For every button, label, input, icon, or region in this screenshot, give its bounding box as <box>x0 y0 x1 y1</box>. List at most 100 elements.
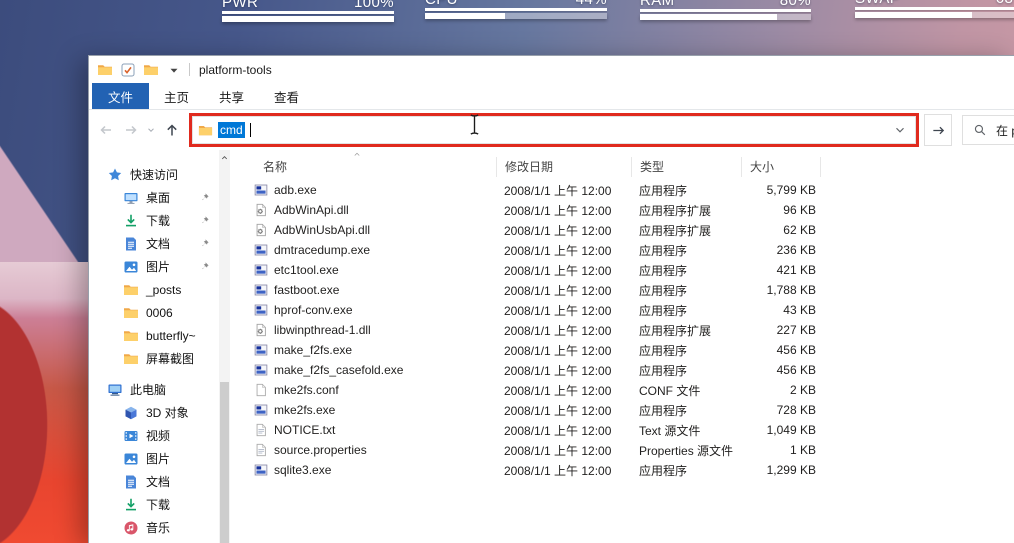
go-button[interactable] <box>924 114 952 146</box>
sidebar-item[interactable]: 图片 <box>89 255 219 278</box>
scrollbar-thumb[interactable] <box>220 382 229 543</box>
file-row[interactable]: source.properties 2008/1/1 上午 12:00 Prop… <box>241 440 1014 460</box>
sort-ascending-icon <box>352 150 362 158</box>
sidebar-item[interactable]: 桌面 <box>89 539 219 543</box>
file-size: 96 KB <box>741 203 821 217</box>
sidebar-item-label: 桌面 <box>146 189 170 206</box>
file-row[interactable]: mke2fs.conf 2008/1/1 上午 12:00 CONF 文件 2 … <box>241 380 1014 400</box>
file-row[interactable]: AdbWinUsbApi.dll 2008/1/1 上午 12:00 应用程序扩… <box>241 220 1014 240</box>
sidebar-item-label: 文档 <box>146 473 170 490</box>
dll-icon <box>254 223 268 237</box>
file-size: 1,049 KB <box>741 423 821 437</box>
sidebar-item[interactable]: 3D 对象 <box>89 401 219 424</box>
quick-access-star-icon <box>107 167 123 183</box>
up-arrow-icon[interactable] <box>164 122 180 138</box>
chevron-down-icon[interactable] <box>893 123 907 137</box>
file-name: source.properties <box>274 443 367 457</box>
sidebar-item[interactable]: butterfly~ <box>89 324 219 347</box>
back-arrow-icon[interactable] <box>98 122 114 138</box>
file-date: 2008/1/1 上午 12:00 <box>496 182 631 199</box>
file-type: CONF 文件 <box>631 382 741 399</box>
file-size: 456 KB <box>741 363 821 377</box>
sidebar-item[interactable]: 音乐 <box>89 516 219 539</box>
file-date: 2008/1/1 上午 12:00 <box>496 342 631 359</box>
file-type: 应用程序 <box>631 402 741 419</box>
exe-icon <box>254 243 268 257</box>
gauge-label: CPU <box>425 0 458 8</box>
sidebar-item[interactable]: 此电脑 <box>89 378 219 401</box>
file-size: 2 KB <box>741 383 821 397</box>
file-row[interactable]: sqlite3.exe 2008/1/1 上午 12:00 应用程序 1,299… <box>241 460 1014 480</box>
file-row[interactable]: NOTICE.txt 2008/1/1 上午 12:00 Text 源文件 1,… <box>241 420 1014 440</box>
file-name: etc1tool.exe <box>274 263 339 277</box>
folder-icon[interactable] <box>97 62 113 78</box>
address-bar[interactable]: cmd <box>192 116 916 144</box>
gauge-track <box>640 14 811 20</box>
column-header-type[interactable]: 类型 <box>631 157 741 177</box>
gauge-value: 68% <box>996 0 1014 7</box>
file-row[interactable]: adb.exe 2008/1/1 上午 12:00 应用程序 5,799 KB <box>241 180 1014 200</box>
file-row[interactable]: dmtracedump.exe 2008/1/1 上午 12:00 应用程序 2… <box>241 240 1014 260</box>
pictures-icon <box>123 259 139 275</box>
file-type: Text 源文件 <box>631 422 741 439</box>
file-list: 名称 修改日期 类型 大小 adb.exe 2008/1/1 上午 12:00 … <box>230 150 1014 543</box>
sidebar-item-label: 视频 <box>146 427 170 444</box>
file-row[interactable]: hprof-conv.exe 2008/1/1 上午 12:00 应用程序 43… <box>241 300 1014 320</box>
file-type: 应用程序扩展 <box>631 322 741 339</box>
scrollbar-up-button[interactable] <box>219 151 230 163</box>
gauge-value: 44% <box>576 0 607 8</box>
pin-icon <box>199 261 210 272</box>
sidebar-item[interactable]: 0006 <box>89 301 219 324</box>
file-row[interactable]: make_f2fs_casefold.exe 2008/1/1 上午 12:00… <box>241 360 1014 380</box>
folder-icon[interactable] <box>143 62 159 78</box>
sidebar-item[interactable]: 文档 <box>89 232 219 255</box>
file-size: 1,788 KB <box>741 283 821 297</box>
column-header-date[interactable]: 修改日期 <box>496 157 631 177</box>
sidebar-item-label: 下载 <box>146 496 170 513</box>
sidebar-item[interactable]: 屏幕截图 <box>89 347 219 370</box>
sidebar-item[interactable]: 桌面 <box>89 186 219 209</box>
history-chevron-icon[interactable] <box>146 122 156 138</box>
monitor-gauge: RAM 80% <box>640 0 811 20</box>
sidebar-item-label: 快速访问 <box>130 166 178 183</box>
download-icon <box>123 497 139 513</box>
forward-arrow-icon[interactable] <box>123 122 139 138</box>
sidebar-item[interactable]: 图片 <box>89 447 219 470</box>
column-header-name[interactable]: 名称 <box>241 157 496 177</box>
ribbon-tab[interactable]: 主页 <box>149 83 204 109</box>
search-box[interactable]: 在 pla <box>962 115 1014 145</box>
file-name: AdbWinApi.dll <box>274 203 349 217</box>
sidebar-item[interactable]: 下载 <box>89 209 219 232</box>
window-title: platform-tools <box>199 63 272 77</box>
navigation-bar: cmd 在 pla <box>89 110 1014 150</box>
checkmark-icon[interactable] <box>120 62 136 78</box>
address-selected-text: cmd <box>218 122 245 138</box>
dll-icon <box>254 203 268 217</box>
file-size: 1 KB <box>741 443 821 457</box>
ribbon-tab[interactable]: 查看 <box>259 83 314 109</box>
go-arrow-icon <box>931 123 946 138</box>
folder-icon <box>123 305 139 321</box>
column-header-size[interactable]: 大小 <box>741 157 821 177</box>
sidebar-item-label: _posts <box>146 283 181 297</box>
sidebar-item[interactable]: 快速访问 <box>89 163 219 186</box>
ribbon-tab[interactable]: 文件 <box>92 83 149 109</box>
file-row[interactable]: mke2fs.exe 2008/1/1 上午 12:00 应用程序 728 KB <box>241 400 1014 420</box>
file-row[interactable]: AdbWinApi.dll 2008/1/1 上午 12:00 应用程序扩展 9… <box>241 200 1014 220</box>
file-date: 2008/1/1 上午 12:00 <box>496 442 631 459</box>
sidebar-item[interactable]: 文档 <box>89 470 219 493</box>
caret-down-icon[interactable] <box>166 62 182 78</box>
ribbon-tab-label: 查看 <box>274 87 299 106</box>
file-date: 2008/1/1 上午 12:00 <box>496 402 631 419</box>
file-row[interactable]: libwinpthread-1.dll 2008/1/1 上午 12:00 应用… <box>241 320 1014 340</box>
file-row[interactable]: make_f2fs.exe 2008/1/1 上午 12:00 应用程序 456… <box>241 340 1014 360</box>
sidebar-item[interactable]: 视频 <box>89 424 219 447</box>
sidebar-item[interactable]: 下载 <box>89 493 219 516</box>
ribbon-tab[interactable]: 共享 <box>204 83 259 109</box>
sidebar-item[interactable]: _posts <box>89 278 219 301</box>
file-row[interactable]: fastboot.exe 2008/1/1 上午 12:00 应用程序 1,78… <box>241 280 1014 300</box>
file-type: 应用程序 <box>631 302 741 319</box>
monitor-gauge: SWAP 68% <box>855 0 1014 18</box>
file-row[interactable]: etc1tool.exe 2008/1/1 上午 12:00 应用程序 421 … <box>241 260 1014 280</box>
sidebar-scrollbar[interactable] <box>219 150 230 543</box>
